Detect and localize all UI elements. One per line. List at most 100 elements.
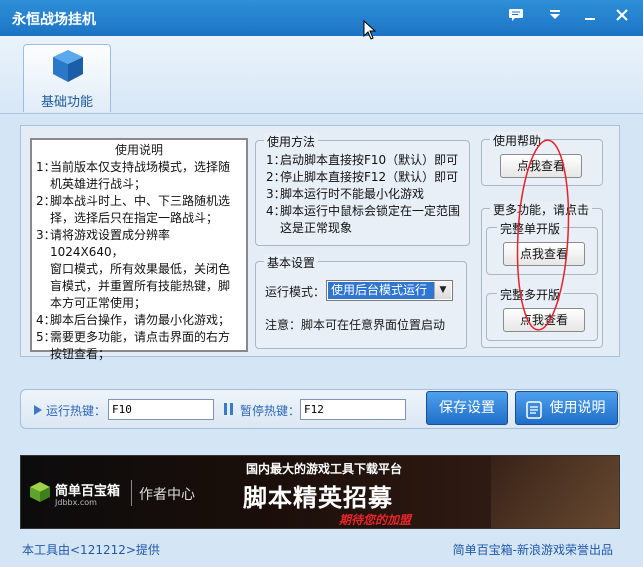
jdbbx-logo-icon bbox=[29, 481, 51, 506]
pause-icon bbox=[224, 403, 234, 418]
list-item-number: 3： bbox=[36, 228, 56, 242]
multi-edition-title: 完整多开版 bbox=[497, 286, 564, 303]
footer-provider: 本工具由<121212>提供 bbox=[22, 543, 160, 557]
single-edition-group: 完整单开版 点我查看 bbox=[486, 220, 598, 275]
list-item-line: 启动脚本直接按F10（默认）即可 bbox=[280, 153, 459, 167]
list-item: 2： 脚本战斗时上、中、下三路随机选 择，选择后只在指定一路战斗； bbox=[36, 193, 242, 227]
banner-brand-url: Jdbbx.com bbox=[55, 498, 97, 507]
settings-note: 注意：脚本可在任意界面位置启动 bbox=[265, 318, 446, 332]
document-icon bbox=[526, 399, 542, 431]
list-item-line: 择，选择后只在指定一路战斗； bbox=[50, 211, 219, 225]
basic-settings-group: 基本设置 运行模式： 使用后台模式运行 ▼ 注意：脚本可在任意界面位置启动 bbox=[255, 254, 467, 349]
list-item: 1： 启动脚本直接按F10（默认）即可 bbox=[266, 152, 466, 169]
list-item-text: 脚本运行时不能最小化游戏 bbox=[280, 186, 466, 203]
list-item-line: 当前版本仅支持战场模式，选择随 bbox=[50, 160, 231, 174]
usage-group: 使用方法 1： 启动脚本直接按F10（默认）即可 2： 停止脚本直接按F12（默认）即… bbox=[255, 133, 470, 246]
list-item-number: 2： bbox=[266, 170, 286, 184]
instructions-box: 使用说明 1： 当前版本仅支持战场模式，选择随 机英雄进行战斗； 2： 脚本战斗时上、中… bbox=[30, 138, 248, 361]
multi-edition-group: 完整多开版 点我查看 bbox=[486, 286, 598, 341]
list-item-text: 停止脚本直接按F12（默认）即可 bbox=[280, 169, 466, 186]
list-item-text: 当前版本仅支持战场模式，选择随 机英雄进行战斗； bbox=[50, 159, 242, 193]
multi-edition-button[interactable]: 点我查看 bbox=[503, 308, 585, 332]
list-item-number: 1： bbox=[36, 160, 56, 174]
list-item: 4： 脚本运行中鼠标会锁定在一定范围 这是正常现象 bbox=[266, 203, 466, 237]
list-item-line: 请将游戏设置成分辨率1024X640， bbox=[50, 228, 171, 259]
list-item-number: 4： bbox=[266, 204, 286, 218]
run-mode-label: 运行模式： bbox=[265, 285, 326, 299]
window-title: 永恒战场挂机 bbox=[12, 12, 96, 28]
list-item: 3： 脚本运行时不能最小化游戏 bbox=[266, 186, 466, 203]
list-item-line: 需要更多功能，请点击界面的右方 bbox=[50, 330, 231, 344]
ad-banner[interactable]: 简单百宝箱 Jdbbx.com 作者中心 国内最大的游戏工具下载平台 脚本精英招… bbox=[20, 455, 620, 529]
list-item-line: 脚本后台操作，请勿最小化游戏； bbox=[50, 313, 231, 327]
list-item: 4： 脚本后台操作，请勿最小化游戏； bbox=[36, 312, 242, 329]
tab-basic-label: 基础功能 bbox=[40, 95, 93, 110]
close-icon[interactable] bbox=[612, 8, 632, 28]
list-item-number: 2： bbox=[36, 194, 56, 208]
list-item-text: 需要更多功能，请点击界面的右方 按钮查看； bbox=[50, 329, 242, 363]
banner-divider bbox=[131, 480, 132, 506]
list-item: 3： 请将游戏设置成分辨率1024X640， 窗口模式，所有效果最低，关闭色 盲模式，… bbox=[36, 227, 242, 312]
list-item-text: 启动脚本直接按F10（默认）即可 bbox=[280, 152, 466, 169]
list-item-line: 这是正常现象 bbox=[280, 221, 353, 235]
list-item-line: 本方可正常使用； bbox=[50, 296, 147, 310]
list-item-number: 5： bbox=[36, 330, 56, 344]
minimize-icon[interactable] bbox=[580, 8, 600, 28]
instructions-list: 1： 当前版本仅支持战场模式，选择随 机英雄进行战斗； 2： 脚本战斗时上、中、下三路随… bbox=[36, 159, 242, 363]
banner-line3: 期待您的加盟 bbox=[339, 513, 412, 527]
banner-brand: 简单百宝箱 bbox=[55, 484, 121, 499]
more-features-group: 更多功能，请点击 完整单开版 点我查看 完整多开版 点我查看 bbox=[481, 201, 603, 348]
play-icon bbox=[34, 404, 42, 418]
manual-button[interactable]: 使用说明 bbox=[515, 391, 618, 425]
save-settings-button[interactable]: 保存设置 bbox=[426, 391, 508, 425]
list-item: 1： 当前版本仅支持战场模式，选择随 机英雄进行战斗； bbox=[36, 159, 242, 193]
title-bar: 永恒战场挂机 bbox=[0, 0, 643, 36]
single-edition-button[interactable]: 点我查看 bbox=[503, 242, 585, 266]
banner-line1: 国内最大的游戏工具下载平台 bbox=[246, 462, 403, 476]
app-window: 永恒战场挂机 基础功能 使用说明 1： 当前版本仅支持战场模式，选择随 机英雄进行战… bbox=[0, 0, 643, 567]
footer-publisher: 简单百宝箱-新浪游戏荣誉出品 bbox=[452, 543, 613, 557]
chevron-down-icon[interactable]: ▼ bbox=[434, 282, 451, 299]
list-item-line: 脚本运行时不能最小化游戏 bbox=[280, 187, 425, 201]
list-item-line: 停止脚本直接按F12（默认）即可 bbox=[280, 170, 459, 184]
basic-settings-title: 基本设置 bbox=[264, 254, 319, 271]
usage-title: 使用方法 bbox=[264, 133, 319, 150]
help-title: 使用帮助 bbox=[490, 132, 545, 149]
mouse-cursor-icon bbox=[363, 19, 377, 43]
run-mode-select[interactable]: 使用后台模式运行 ▼ bbox=[326, 280, 453, 301]
list-item-line: 窗口模式，所有效果最低，关闭色 bbox=[50, 262, 231, 276]
help-group: 使用帮助 点我查看 bbox=[481, 132, 603, 186]
help-view-button[interactable]: 点我查看 bbox=[500, 154, 582, 178]
run-hotkey-label: 运行热键： bbox=[46, 404, 107, 418]
list-item: 2： 停止脚本直接按F12（默认）即可 bbox=[266, 169, 466, 186]
list-item-text: 脚本运行中鼠标会锁定在一定范围 这是正常现象 bbox=[280, 203, 466, 237]
cube-icon bbox=[53, 50, 83, 82]
list-item-line: 脚本运行中鼠标会锁定在一定范围 bbox=[280, 204, 461, 218]
dropdown-icon[interactable] bbox=[545, 8, 565, 28]
more-features-title: 更多功能，请点击 bbox=[490, 201, 593, 218]
list-item-line: 脚本战斗时上、中、下三路随机选 bbox=[50, 194, 231, 208]
banner-line2: 脚本精英招募 bbox=[243, 484, 393, 512]
list-item-line: 机英雄进行战斗； bbox=[50, 177, 147, 191]
pause-hotkey-input[interactable]: F12 bbox=[300, 399, 406, 420]
message-icon[interactable] bbox=[506, 8, 526, 28]
usage-list: 1： 启动脚本直接按F10（默认）即可 2： 停止脚本直接按F12（默认）即可 3： 脚本… bbox=[266, 152, 466, 237]
run-mode-value: 使用后台模式运行 bbox=[328, 282, 434, 299]
list-item: 5： 需要更多功能，请点击界面的右方 按钮查看； bbox=[36, 329, 242, 363]
banner-author-center: 作者中心 bbox=[139, 487, 195, 503]
list-item-number: 4： bbox=[36, 313, 56, 327]
list-item-line: 按钮查看； bbox=[50, 347, 111, 361]
single-edition-title: 完整单开版 bbox=[497, 220, 564, 237]
list-item-text: 请将游戏设置成分辨率1024X640， 窗口模式，所有效果最低，关闭色 盲模式，并重… bbox=[50, 227, 242, 312]
list-item-text: 脚本战斗时上、中、下三路随机选 择，选择后只在指定一路战斗； bbox=[50, 193, 242, 227]
pause-hotkey-label: 暂停热键： bbox=[240, 404, 301, 418]
list-item-line: 盲模式，并重置所有技能热键，脚 bbox=[50, 279, 231, 293]
main-panel: 使用说明 1： 当前版本仅支持战场模式，选择随 机英雄进行战斗； 2： 脚本战斗时上、中… bbox=[20, 125, 620, 361]
tab-basic-functions[interactable]: 基础功能 bbox=[23, 44, 111, 112]
run-hotkey-input[interactable]: F10 bbox=[108, 399, 214, 420]
manual-button-label: 使用说明 bbox=[549, 400, 606, 416]
toolbar: 基础功能 bbox=[0, 36, 643, 114]
list-item-number: 3： bbox=[266, 187, 286, 201]
banner-artwork bbox=[491, 456, 619, 528]
list-item-text: 脚本后台操作，请勿最小化游戏； bbox=[50, 312, 242, 329]
